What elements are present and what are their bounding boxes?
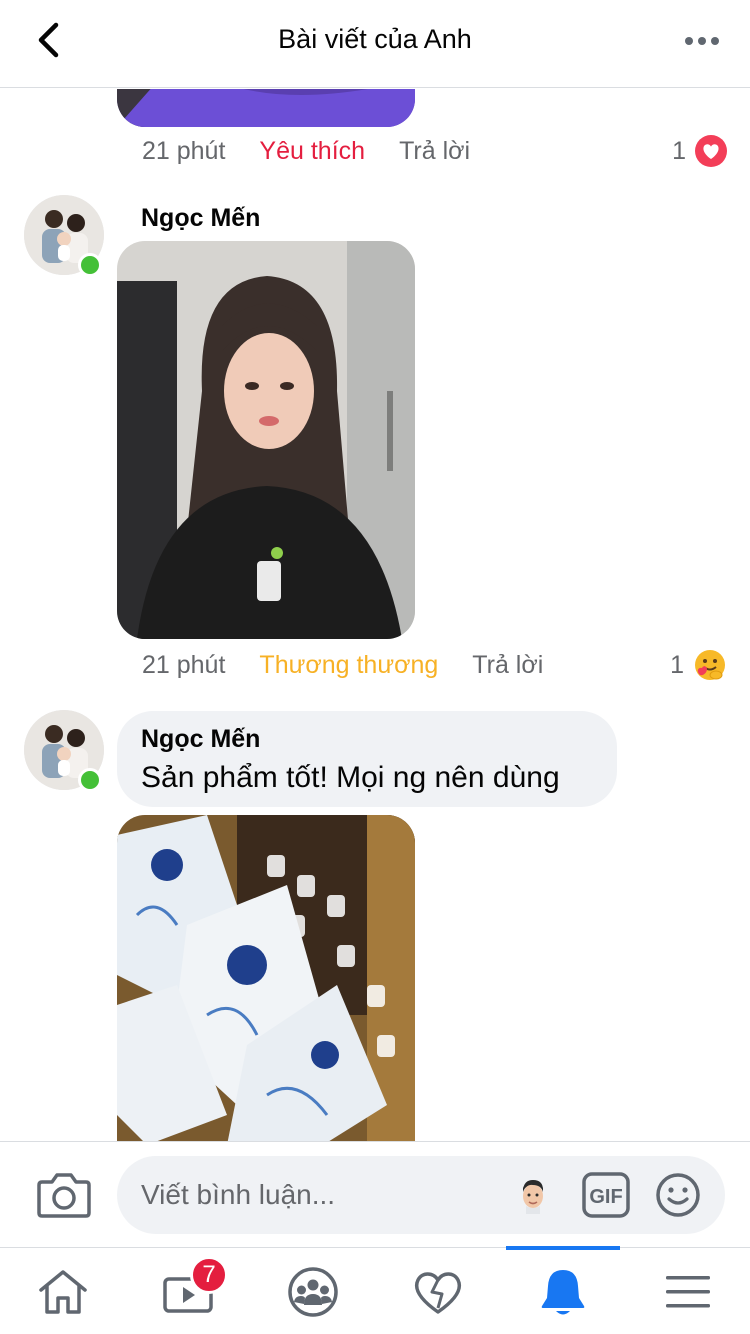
ellipsis-icon: [685, 37, 719, 45]
comment-input[interactable]: [117, 1156, 725, 1234]
tab-home[interactable]: [0, 1248, 125, 1334]
tab-groups[interactable]: [250, 1248, 375, 1334]
photo-image: [117, 89, 415, 127]
reaction-summary[interactable]: 1: [670, 645, 728, 685]
love-heart-icon: [695, 135, 727, 167]
bottom-tab-bar: 7: [0, 1246, 750, 1334]
comment-photo[interactable]: [117, 89, 415, 127]
comment-actions: 21 phút Thương thương Trả lời: [142, 645, 543, 685]
tab-menu[interactable]: [625, 1248, 750, 1334]
tab-notifications[interactable]: [500, 1248, 625, 1334]
comment-photo[interactable]: [117, 241, 415, 639]
emoji-button[interactable]: [655, 1172, 701, 1218]
photo-image: [117, 241, 415, 639]
comment-time: 21 phút: [142, 650, 226, 679]
comment-author[interactable]: Ngọc Mến: [141, 204, 260, 233]
notification-badge: 7: [190, 1256, 228, 1294]
top-bar: Bài viết của Anh: [0, 0, 750, 88]
reaction-button[interactable]: Yêu thích: [259, 137, 365, 166]
svg-text:GIF: GIF: [589, 1186, 622, 1208]
reaction-summary[interactable]: 1: [672, 131, 728, 171]
tab-dating[interactable]: [375, 1248, 500, 1334]
gif-icon: GIF: [582, 1172, 630, 1218]
reply-button[interactable]: Trả lời: [399, 137, 470, 166]
menu-icon: [665, 1275, 710, 1307]
reaction-count: 1: [672, 136, 686, 165]
reaction-count: 1: [670, 650, 684, 679]
reply-button[interactable]: Trả lời: [472, 651, 543, 680]
more-options-button[interactable]: [680, 24, 724, 58]
comment-photo[interactable]: [117, 815, 415, 1141]
notifications-icon: [541, 1269, 584, 1314]
comment-time: 21 phút: [142, 136, 226, 165]
home-icon: [38, 1269, 87, 1314]
comment-text: Sản phẩm tốt! Mọi ng nên dùng: [141, 761, 560, 794]
camera-icon: [37, 1173, 91, 1218]
tab-watch[interactable]: [125, 1248, 250, 1334]
comment-feed[interactable]: 21 phút Yêu thích Trả lời 1 Ngọc Mến 21 …: [0, 89, 750, 1141]
online-status-dot: [78, 253, 102, 277]
online-status-dot: [78, 768, 102, 792]
smiley-icon: [656, 1173, 700, 1217]
comment-author[interactable]: Ngọc Mến: [141, 725, 260, 754]
page-title: Bài viết của Anh: [278, 24, 472, 54]
gif-button[interactable]: GIF: [582, 1172, 630, 1218]
groups-icon: [287, 1266, 338, 1317]
reaction-button[interactable]: Thương thương: [259, 651, 438, 680]
avatar-sticker-button[interactable]: [514, 1176, 552, 1214]
comment-composer: GIF: [0, 1141, 750, 1247]
photo-image: [117, 815, 415, 1141]
camera-button[interactable]: [36, 1168, 92, 1220]
avatar-sticker-icon: [523, 1180, 543, 1214]
comment-actions: 21 phút Yêu thích Trả lời: [142, 131, 470, 171]
comment-bubble[interactable]: Ngọc Mến Sản phẩm tốt! Mọi ng nên dùng: [117, 711, 617, 807]
care-hug-icon: [695, 650, 725, 680]
dating-icon: [414, 1271, 461, 1314]
